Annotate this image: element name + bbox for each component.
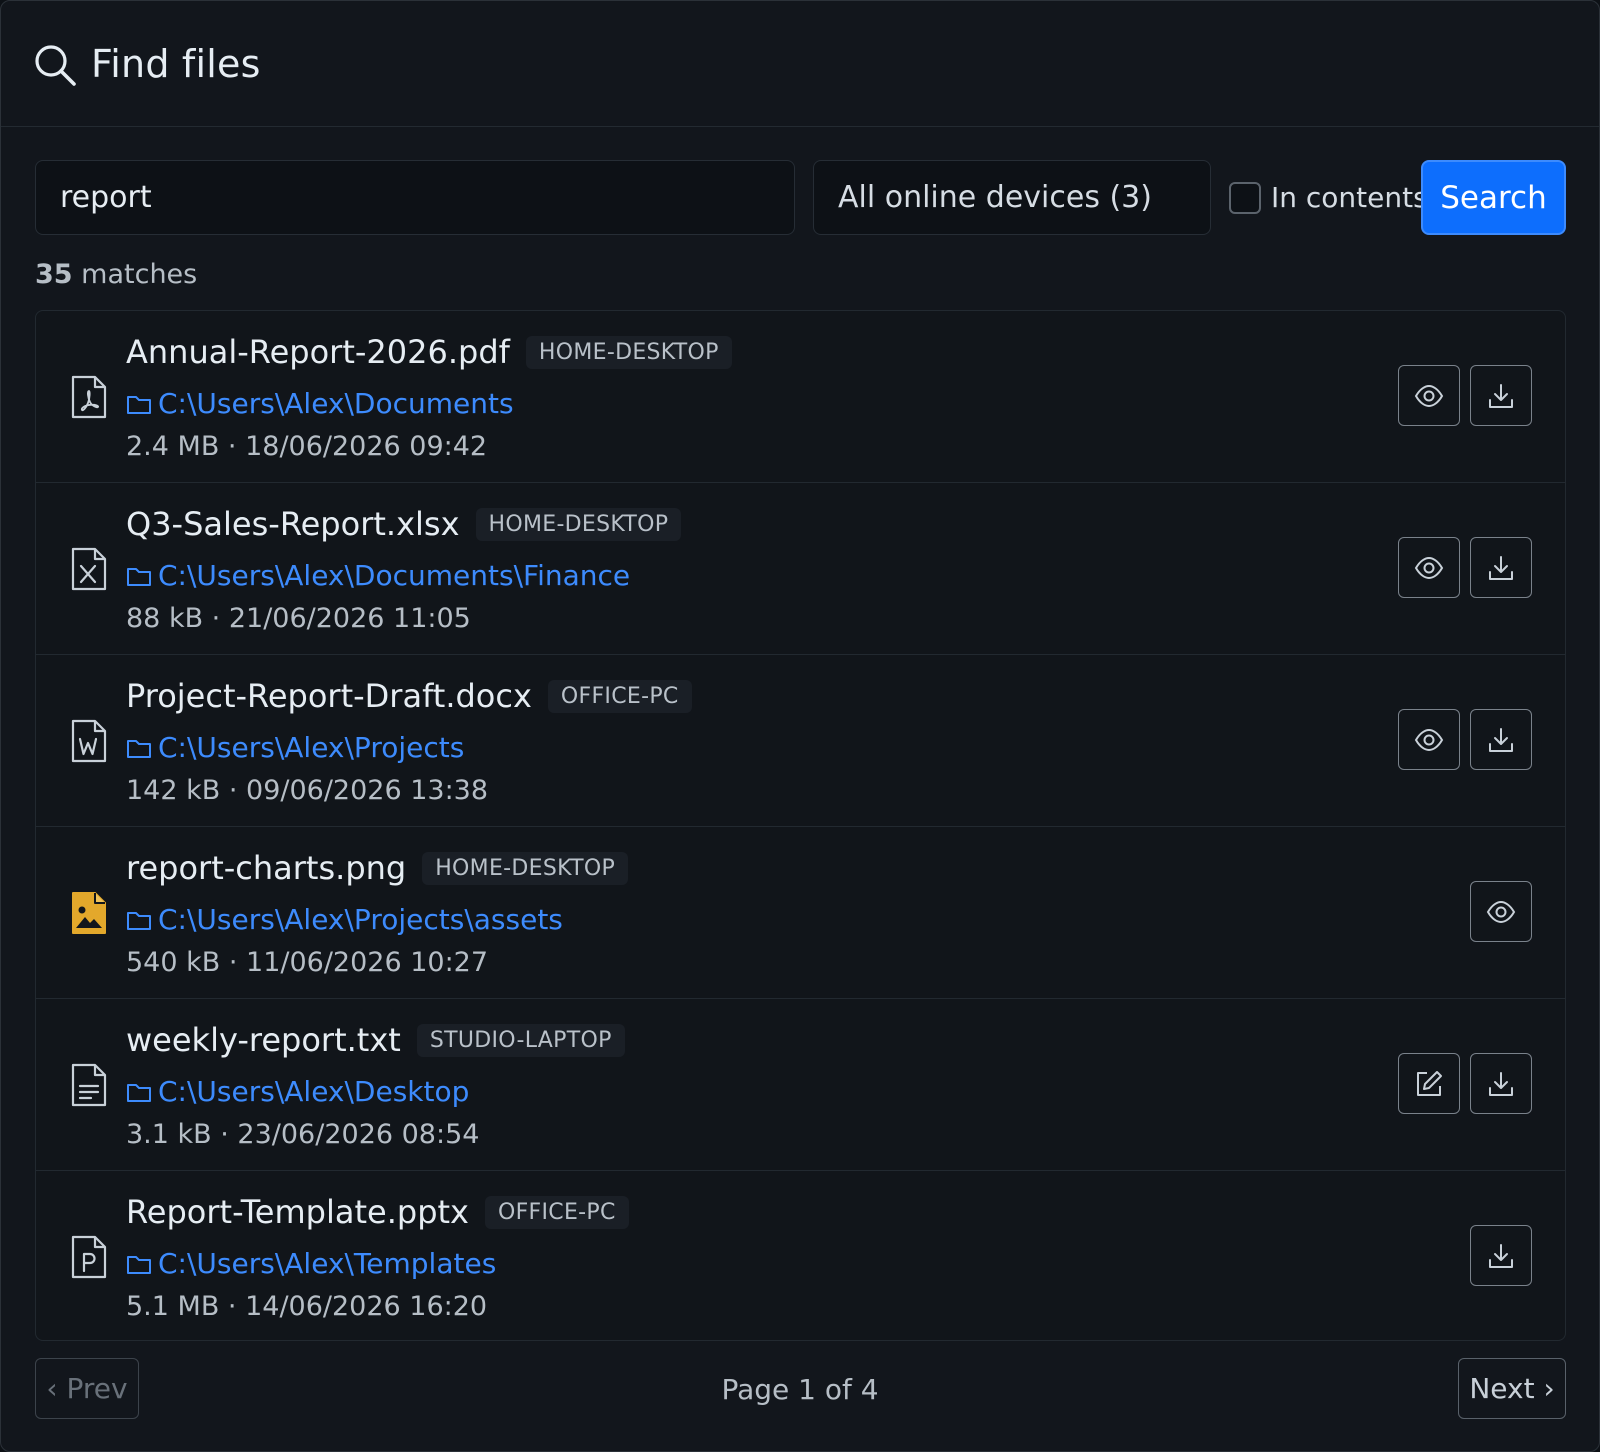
file-name[interactable]: report-charts.png [126, 849, 406, 887]
text-file-icon [71, 1063, 107, 1107]
folder-icon [127, 395, 151, 414]
file-path-link[interactable]: C:\Users\Alex\Projects [126, 731, 464, 764]
find-files-dialog: Find files All online devices (3) In con… [0, 0, 1600, 1452]
device-badge: HOME-DESKTOP [475, 507, 682, 541]
file-meta: 5.1 MB · 14/06/2026 16:20 [126, 1291, 488, 1322]
device-badge: HOME-DESKTOP [525, 335, 732, 369]
result-row: Project-Report-Draft.docx OFFICE-PC C:\U… [36, 655, 1565, 827]
results-list: Annual-Report-2026.pdf HOME-DESKTOP C:\U… [35, 310, 1566, 1341]
file-name[interactable]: Report-Template.pptx [126, 1193, 469, 1231]
next-page-button[interactable]: Next › [1458, 1358, 1566, 1419]
match-count-label: matches [81, 259, 198, 290]
file-path-link[interactable]: C:\Users\Alex\Desktop [126, 1075, 469, 1108]
folder-icon [127, 739, 151, 758]
download-icon [1489, 1071, 1513, 1096]
search-icon [35, 44, 76, 86]
device-badge: HOME-DESKTOP [422, 851, 629, 885]
file-name[interactable]: weekly-report.txt [126, 1021, 401, 1059]
folder-icon [127, 1083, 151, 1102]
download-icon [1489, 555, 1513, 580]
in-contents-toggle[interactable]: In contents [1229, 160, 1428, 235]
file-meta: 2.4 MB · 18/06/2026 09:42 [126, 431, 488, 462]
file-path: C:\Users\Alex\Projects\assets [158, 903, 563, 936]
folder-icon [127, 911, 151, 930]
download-button[interactable] [1470, 709, 1532, 770]
file-path: C:\Users\Alex\Documents\Finance [158, 559, 631, 592]
file-name[interactable]: Project-Report-Draft.docx [126, 677, 532, 715]
file-meta: 88 kB · 21/06/2026 11:05 [126, 603, 471, 634]
image-file-icon [72, 892, 106, 934]
download-icon [1489, 1243, 1513, 1268]
search-controls: All online devices (3) In contents Searc… [35, 160, 1566, 235]
result-row: report-charts.png HOME-DESKTOP C:\Users\… [36, 827, 1565, 999]
excel-file-icon [71, 547, 107, 591]
file-path-link[interactable]: C:\Users\Alex\Templates [126, 1247, 496, 1280]
edit-icon [1417, 1070, 1442, 1096]
file-path-link[interactable]: C:\Users\Alex\Documents\Finance [126, 559, 630, 592]
preview-button[interactable] [1398, 365, 1460, 426]
file-path: C:\Users\Alex\Desktop [158, 1075, 470, 1108]
download-button[interactable] [1470, 537, 1532, 598]
download-icon [1489, 727, 1513, 752]
preview-button[interactable] [1398, 709, 1460, 770]
download-button[interactable] [1470, 365, 1532, 426]
device-badge: STUDIO-LAPTOP [416, 1023, 625, 1057]
download-button[interactable] [1470, 1225, 1532, 1286]
result-row: weekly-report.txt STUDIO-LAPTOP C:\Users… [36, 999, 1565, 1171]
folder-icon [127, 1255, 151, 1274]
search-button[interactable]: Search [1421, 160, 1566, 235]
file-path-link[interactable]: C:\Users\Alex\Documents [126, 387, 514, 420]
edit-button[interactable] [1398, 1053, 1460, 1114]
file-meta: 540 kB · 11/06/2026 10:27 [126, 947, 489, 978]
pdf-file-icon [71, 375, 107, 419]
eye-icon [1486, 900, 1516, 923]
file-path: C:\Users\Alex\Templates [158, 1247, 497, 1280]
device-badge: OFFICE-PC [547, 679, 692, 713]
result-row: Report-Template.pptx OFFICE-PC C:\Users\… [36, 1171, 1565, 1340]
powerpoint-file-icon [71, 1235, 107, 1279]
file-name[interactable]: Q3-Sales-Report.xlsx [126, 505, 460, 543]
file-name[interactable]: Annual-Report-2026.pdf [126, 333, 510, 371]
device-select-value: All online devices (3) [838, 180, 1152, 215]
in-contents-label: In contents [1271, 181, 1428, 214]
eye-icon [1414, 384, 1444, 407]
word-file-icon [71, 719, 107, 763]
file-path: C:\Users\Alex\Projects [158, 731, 465, 764]
result-row: Annual-Report-2026.pdf HOME-DESKTOP C:\U… [36, 311, 1565, 483]
result-row: Q3-Sales-Report.xlsx HOME-DESKTOP C:\Use… [36, 483, 1565, 655]
dialog-header: Find files [1, 1, 1599, 127]
device-select[interactable]: All online devices (3) [813, 160, 1211, 235]
folder-icon [127, 567, 151, 586]
preview-button[interactable] [1398, 537, 1460, 598]
eye-icon [1414, 556, 1444, 579]
dialog-title: Find files [91, 41, 261, 86]
download-icon [1489, 383, 1513, 408]
device-badge: OFFICE-PC [484, 1195, 629, 1229]
preview-button[interactable] [1470, 881, 1532, 942]
page-indicator: Page 1 of 4 [721, 1373, 879, 1406]
eye-icon [1414, 728, 1444, 751]
match-count-number: 35 [35, 259, 73, 290]
file-path-link[interactable]: C:\Users\Alex\Projects\assets [126, 903, 563, 936]
in-contents-checkbox[interactable] [1229, 181, 1261, 214]
file-meta: 142 kB · 09/06/2026 13:38 [126, 775, 489, 806]
file-path: C:\Users\Alex\Documents [158, 387, 514, 420]
match-count: 35 matches [35, 259, 197, 290]
download-button[interactable] [1470, 1053, 1532, 1114]
file-meta: 3.1 kB · 23/06/2026 08:54 [126, 1119, 480, 1150]
search-input[interactable] [35, 160, 795, 235]
